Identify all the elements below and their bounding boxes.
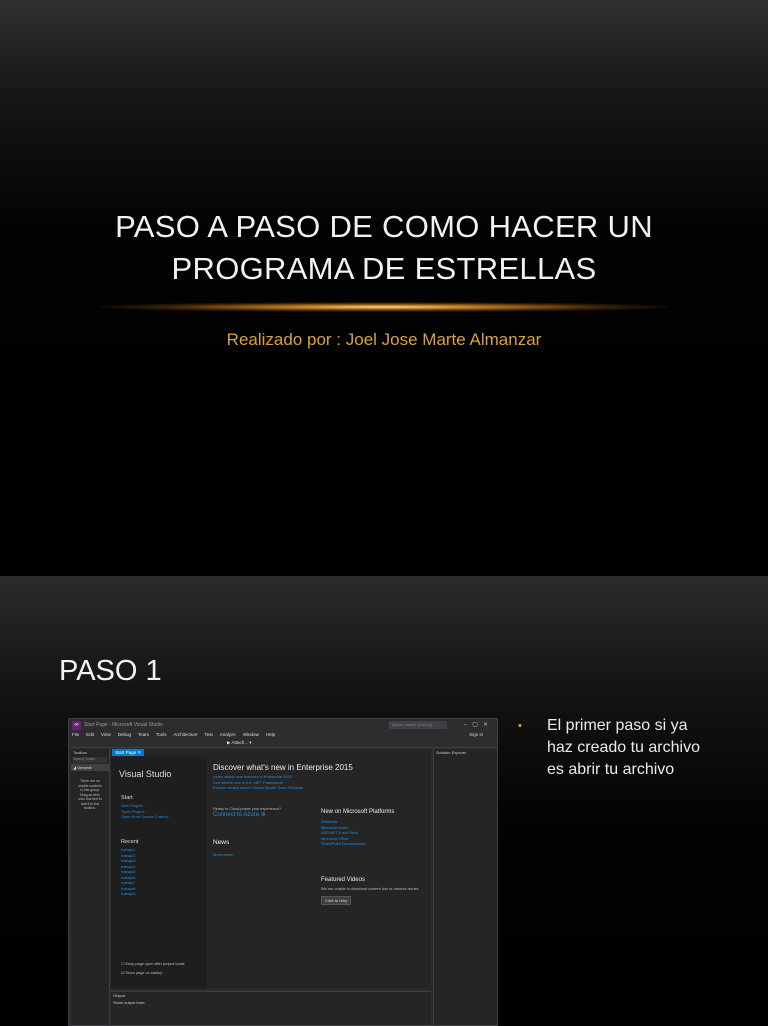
menu-item[interactable]: Architecture	[174, 732, 198, 737]
toolbox-panel: Toolbox Search Toolbo ◢ General There ar…	[71, 749, 110, 1025]
menu-item[interactable]: Edit	[86, 732, 94, 737]
visual-studio-screenshot: ∞ Start Page - Microsoft Visual Studio Q…	[68, 718, 498, 1026]
window-controls[interactable]: –▢✕	[464, 721, 493, 728]
videos-error-message: We are unable to download content due to…	[321, 887, 420, 891]
bullet-item: El primer paso si ya haz creado tu archi…	[547, 717, 700, 778]
menu-item[interactable]: Help	[266, 732, 275, 737]
vs-menu-list[interactable]: File Edit View Debug Team Tools Architecture Te…	[72, 732, 282, 737]
menu-item[interactable]: Analyze	[220, 732, 236, 737]
menu-item[interactable]: Tools	[156, 732, 167, 737]
start-page-left-column: Visual Studio Start New Project... Open P…	[111, 757, 207, 989]
slide-title: PASO A PASO DE COMO HACER UN PROGRAMA DE…	[84, 206, 684, 290]
vs-window-title: Start Page - Microsoft Visual Studio	[84, 722, 163, 728]
quick-launch-input[interactable]: Quick Launch (Ctrl+Q)	[389, 721, 447, 729]
visual-studio-logo-icon: ∞	[72, 721, 81, 730]
toolbox-general-group[interactable]: ◢ General	[71, 764, 109, 771]
step-title: PASO 1	[59, 655, 162, 687]
solution-explorer-panel: Solution Explorer	[433, 749, 497, 1025]
start-page-content: Discover what's new in Enterprise 2015 L…	[207, 757, 431, 989]
recent-item[interactable]: trabajo9	[121, 891, 135, 897]
start-links[interactable]: New Project... Open Project... Open from S…	[121, 803, 171, 820]
menu-item[interactable]: Debug	[118, 732, 131, 737]
connect-azure-link[interactable]: Connect to Azure ⊕	[213, 812, 266, 819]
more-news-link[interactable]: More news	[213, 852, 233, 858]
output-source-label: Show output from:	[113, 1000, 146, 1005]
slide-title-line2: PROGRAMA DE ESTRELLAS	[171, 251, 597, 286]
vs-toolbar: ▶ Attach... ▾	[69, 739, 497, 748]
title-glow-divider	[100, 302, 668, 312]
platform-links[interactable]: Windows Microsoft Azure ASP.NET 5 and Web M…	[321, 819, 365, 847]
retry-button[interactable]: Click to retry	[321, 896, 352, 905]
start-link[interactable]: Open from Source Control...	[121, 814, 171, 820]
visual-studio-brand: Visual Studio	[119, 769, 172, 779]
recent-item[interactable]: trabajo7	[121, 880, 135, 886]
recent-item[interactable]: trabajo5	[121, 869, 135, 875]
start-page-options: ☐ Keep page open after project loads ☑ S…	[121, 960, 185, 978]
discover-link[interactable]: Explore what's new in Visual Studio Team…	[213, 785, 303, 791]
platforms-heading: New on Microsoft Platforms	[321, 809, 395, 815]
slide-subtitle: Realizado por : Joel Jose Marte Almanzar	[226, 330, 542, 349]
recent-heading: Recent	[121, 839, 139, 845]
start-heading: Start	[121, 795, 133, 801]
discover-link[interactable]: Learn about new features in Enterprise 2…	[213, 774, 303, 780]
recent-list[interactable]: trabajo1 trabajo2 trabajo3 trabajo4 trabajo5…	[121, 847, 135, 897]
solution-explorer-title: Solution Explorer	[436, 750, 467, 755]
featured-videos-heading: Featured Videos	[321, 877, 365, 883]
discover-heading: Discover what's new in Enterprise 2015	[213, 763, 353, 772]
platform-link[interactable]: SharePoint Development	[321, 841, 365, 847]
toolbox-empty-message: There are no usable controls in this gro…	[78, 779, 102, 810]
recent-item[interactable]: trabajo3	[121, 858, 135, 864]
discover-links[interactable]: Learn about new features in Enterprise 2…	[213, 774, 303, 791]
keep-open-label: Keep page open after project loads	[125, 962, 185, 966]
menu-item[interactable]: Window	[243, 732, 259, 737]
output-title: Output	[113, 993, 126, 998]
menu-item[interactable]: File	[72, 732, 79, 737]
sign-in-link[interactable]: Sign in	[469, 732, 483, 737]
vs-menubar: File Edit View Debug Team Tools Architecture Te…	[69, 732, 497, 739]
toolbox-title: Toolbox	[73, 750, 87, 755]
menu-item[interactable]: View	[101, 732, 111, 737]
menu-item[interactable]: Team	[138, 732, 149, 737]
tab-start-page[interactable]: Start Page ✕	[112, 749, 145, 756]
vs-titlebar: ∞ Start Page - Microsoft Visual Studio Q…	[69, 719, 497, 732]
news-heading: News	[213, 839, 230, 846]
show-startup-checkbox[interactable]: ☑ Show page on startup	[121, 969, 185, 978]
output-panel: Output Show output from:	[111, 991, 431, 1025]
show-startup-label: Show page on startup	[125, 971, 163, 975]
azure-prompt: Ready to Cloud-power your experience?	[213, 807, 281, 811]
recent-item[interactable]: trabajo1	[121, 847, 135, 853]
toolbox-search-input[interactable]: Search Toolbo	[73, 757, 107, 763]
bullet-dot-icon: •	[518, 720, 522, 732]
start-page-document: Start Page ✕ Visual Studio Start New Pro…	[111, 749, 431, 989]
menu-item[interactable]: Test	[205, 732, 213, 737]
slide-title-line1: PASO A PASO DE COMO HACER UN	[115, 209, 653, 244]
keep-open-checkbox[interactable]: ☐ Keep page open after project loads	[121, 960, 185, 969]
attach-button[interactable]: ▶ Attach... ▾	[227, 740, 251, 746]
title-slide: PASO A PASO DE COMO HACER UN PROGRAMA DE…	[0, 0, 768, 576]
